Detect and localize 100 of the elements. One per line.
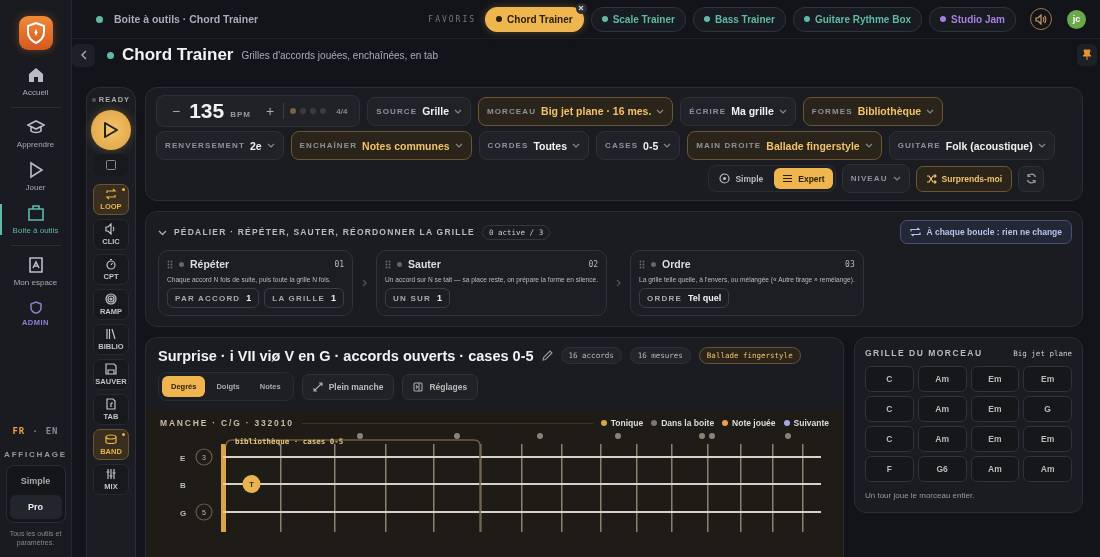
favorite-tab[interactable]: Scale Trainer [590,6,686,32]
chord-cell[interactable]: Am [917,366,967,392]
chord-cell[interactable]: F [865,456,914,482]
lines-icon [782,173,794,184]
setting-dropdown[interactable]: FORMES Bibliothèque [802,96,944,126]
settings-button[interactable]: Réglages [402,373,479,400]
parameter-control[interactable]: ORDRE Tel quel [639,288,730,308]
decrease-button[interactable]: − [169,103,184,119]
parameter-control[interactable]: LA GRILLE 1 [264,288,345,308]
chord-cell[interactable]: C [865,426,914,452]
display-option[interactable]: Pro [9,494,62,519]
setting-dropdown[interactable]: CASES 0-5 [596,131,681,160]
time-signature: 4/4 [336,106,348,116]
setting-dropdown[interactable]: MORCEAU Big jet plane · 16 mes. [478,96,674,126]
setting-dropdown[interactable]: GUITARE Folk (acoustique) [888,131,1055,160]
panel-icon [413,381,424,392]
chord-cell[interactable]: Em [970,366,1020,392]
nav-item[interactable]: Boite à outils [0,198,72,241]
stop-icon [106,160,116,170]
pedal-number: 02 [588,259,599,269]
play-button[interactable] [91,110,131,150]
nav-item[interactable]: Mon espace [0,250,72,293]
fullscreen-button[interactable]: Plein manche [301,373,395,400]
chord-cell[interactable]: Am [917,426,967,452]
play-icon [103,121,119,139]
music-file-icon [105,398,117,410]
setting-dropdown[interactable]: ENCHAÎNER Notes communes [290,131,472,160]
grid-note: Un tour joue le morceau entier. [865,491,976,500]
favorite-tab[interactable]: Chord Trainer [485,6,584,32]
chord-cell[interactable]: Em [1023,426,1072,452]
app-logo-icon[interactable] [18,16,53,50]
chord-cell[interactable]: Am [1023,456,1072,482]
pin-icon [1082,49,1092,61]
tempo-unit: BPM [230,109,251,119]
legend-label: Tonique [610,418,644,428]
chord-cell[interactable]: Em [970,396,1020,422]
loop-icon [105,188,117,200]
speaker-icon [105,223,117,235]
chord-cell[interactable]: Em [1023,366,1072,392]
pencil-icon[interactable] [541,350,553,361]
chevron-right-icon [362,279,368,287]
legend-label: Note jouée [732,418,776,428]
shuffle-icon [925,173,937,184]
favorite-tab[interactable]: Bass Trainer [692,6,786,32]
legend-label: Suivante [793,418,829,428]
nav-item[interactable]: Apprendre [0,112,72,155]
chevron-down-icon [864,143,873,148]
level-dropdown[interactable]: NIVEAU [841,164,910,193]
pedal-name: Sauter [408,258,441,270]
refresh-button[interactable] [1018,165,1044,192]
language-option[interactable]: FR [12,425,26,436]
chord-cell[interactable]: Am [917,396,967,422]
chevron-left-icon [79,50,88,60]
progression-title: Surprise · i VII viø V en G · accords ouverts · cases 0-5 [158,347,534,364]
setting-dropdown[interactable]: MAIN DROITE Ballade fingerstyle [687,131,882,160]
chord-cell[interactable]: Am [970,456,1020,482]
back-button[interactable] [72,43,95,67]
chord-cell[interactable]: C [865,366,914,392]
nav-item[interactable]: Jouer [0,155,72,198]
display-heading: AFFICHAGE [4,449,67,459]
setting-dropdown[interactable]: SOURCE Grille [367,96,471,126]
setting-dropdown[interactable]: RENVERSEMENT 2e [156,131,284,160]
chord-cell[interactable]: C [865,396,914,422]
favorite-tab[interactable]: Guitare Rythme Box [792,6,923,32]
setting-dropdown[interactable]: CORDES Toutes [478,131,590,160]
chord-cell[interactable]: Em [970,426,1020,452]
chevron-down-icon [656,108,665,114]
language-option[interactable]: EN [45,425,59,436]
pedal-number: 01 [334,259,345,269]
chord-cell[interactable]: G6 [917,456,967,482]
parameter-control[interactable]: UN SUR 1 [385,288,450,308]
nav-item[interactable]: Accueil [0,60,72,103]
drum-icon [105,433,117,445]
pin-button[interactable] [1077,44,1097,66]
parameter-control[interactable]: PAR ACCORD 1 [167,288,260,308]
stop-button[interactable] [94,154,128,176]
loop-behavior-button[interactable]: À chaque boucle : rien ne change [900,220,1072,244]
mode-option[interactable]: Expert [774,168,833,189]
string-name: G [180,509,187,518]
graduation-cap-icon [26,118,45,136]
stopwatch-icon [105,258,117,270]
favorite-tab[interactable]: Studio Jam [929,6,1016,32]
books-icon [105,328,117,340]
briefcase-icon [26,204,45,222]
surprise-button[interactable]: Surprends-moi [915,165,1012,192]
tempo-value: 135 [189,99,225,123]
drag-handle-icon[interactable] [167,259,173,269]
chevron-down-icon [1037,143,1046,148]
drag-handle-icon[interactable] [639,259,646,269]
setting-dropdown[interactable]: ÉCRIRE Ma grille [680,96,796,126]
drag-handle-icon[interactable] [385,259,392,269]
increase-button[interactable]: + [263,103,278,119]
string-name: E [180,454,186,463]
display-option[interactable]: Simple [9,468,62,493]
shield-icon [29,301,42,314]
pedal-name: Répéter [190,258,230,270]
sliders-icon [105,468,117,480]
mode-option[interactable]: Simple [711,168,772,189]
chord-cell[interactable]: G [1023,396,1072,422]
chevron-down-icon [454,108,462,114]
